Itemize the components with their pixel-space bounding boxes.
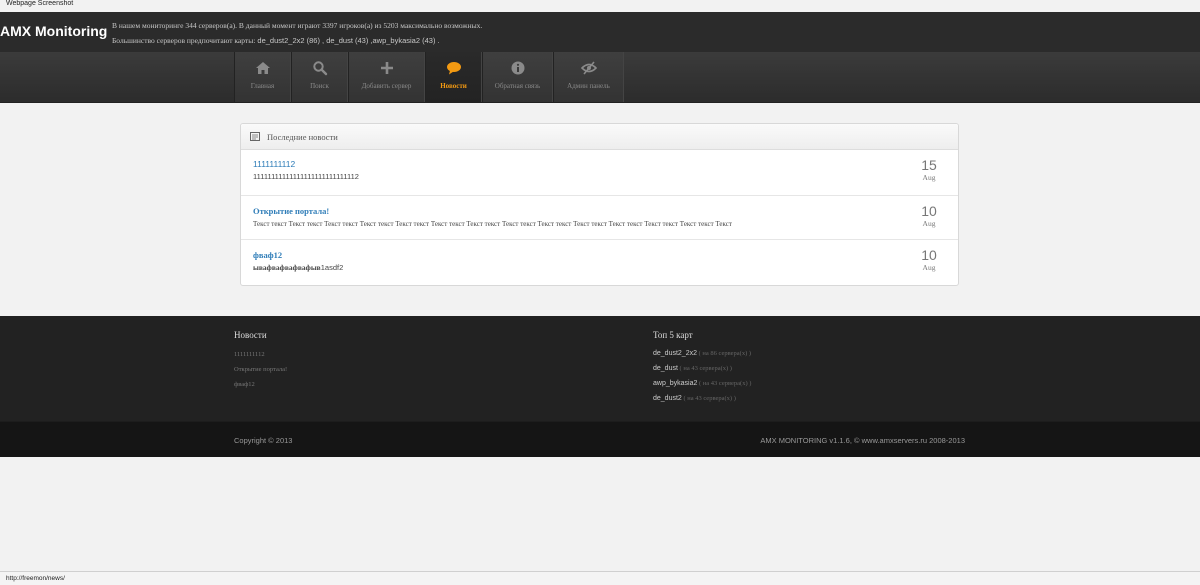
news-month: Aug (922, 263, 936, 272)
home-icon (255, 62, 270, 74)
nav-add-server[interactable]: Добавить сервер (348, 52, 425, 102)
eye-slash-icon (580, 61, 597, 75)
footer-news-link[interactable]: фваф12 (234, 381, 255, 388)
news-month: Aug (922, 219, 936, 228)
status-url: http://freemon/news/ (6, 575, 65, 582)
news-day: 10 (921, 247, 937, 263)
news-body: 11111111111111111111111111112 (253, 172, 359, 181)
top-map-item[interactable]: de_dust2_2x2 ( на 86 сервера(х) ) (653, 350, 751, 357)
speech-bubble-icon (446, 62, 461, 75)
top-map-item[interactable]: de_dust ( на 43 сервера(х) ) (653, 365, 732, 372)
footer-news-title: Новости (234, 330, 267, 340)
nav-admin-panel-label: Админ панель (567, 82, 610, 90)
news-item: фваф12 ывафвафвафвафыв1asdf2 10 Aug (241, 240, 958, 286)
footer-maps-title: Топ 5 карт (653, 330, 693, 340)
top-header: AMX Monitoring В нашем мониторинге 344 с… (0, 12, 1200, 53)
nav-add-server-label: Добавить сервер (361, 82, 412, 90)
panel-title: Последние новости (267, 131, 338, 142)
top-map-item[interactable]: awp_bykasia2 ( на 43 сервера(х) ) (653, 380, 751, 387)
server-stats: В нашем мониторинге 344 серверов(а). В д… (112, 18, 482, 48)
credits-link[interactable]: AMX MONITORING v1.1.6, © www.amxservers.… (760, 436, 965, 445)
news-item: 1111111112 11111111111111111111111111112… (241, 149, 958, 196)
search-icon (312, 61, 327, 76)
footer-news-link[interactable]: Открытие портала! (234, 366, 287, 373)
news-date: 10 Aug (917, 247, 941, 273)
news-body: ывафвафвафвафыв1asdf2 (253, 263, 344, 272)
news-date: 15 Aug (917, 157, 941, 183)
nav-feedback[interactable]: Обратная связь (482, 52, 553, 102)
latest-news-panel: Последние новости 1111111112 11111111111… (240, 123, 959, 286)
info-icon (511, 61, 524, 75)
nav-news[interactable]: Новости (425, 52, 482, 102)
footer-news-link[interactable]: 1111111112 (234, 351, 265, 358)
copyright-text: Copyright © 2013 (234, 436, 293, 445)
main-navigation: Главная Поиск Добавить сервер Новости Об… (0, 52, 1200, 103)
nav-search[interactable]: Поиск (291, 52, 348, 102)
site-footer: Новости 1111111112 Открытие портала! фва… (0, 316, 1200, 421)
footer-bottom-bar: Copyright © 2013 AMX MONITORING v1.1.6, … (0, 421, 1200, 457)
nav-home[interactable]: Главная (234, 52, 291, 102)
stats-line-1: В нашем мониторинге 344 серверов(а). В д… (112, 21, 483, 30)
nav-admin-panel[interactable]: Админ панель (553, 52, 624, 102)
stats-line-2: Большинство серверов предпочитают карты:… (112, 36, 440, 45)
site-logo[interactable]: AMX Monitoring (0, 23, 107, 39)
nav-news-label: Новости (440, 82, 467, 90)
news-date: 10 Aug (917, 203, 941, 229)
news-title-link[interactable]: фваф12 (253, 250, 282, 260)
news-item: Открытие портала! Текст текст Текст текс… (241, 196, 958, 240)
news-month: Aug (922, 173, 936, 182)
browser-status-bar: http://freemon/news/ (0, 571, 1200, 585)
plus-icon (380, 62, 393, 74)
panel-header: Последние новости (241, 124, 958, 150)
news-day: 15 (921, 157, 937, 173)
top-map-item[interactable]: de_dust2 ( на 43 сервера(х) ) (653, 395, 736, 402)
nav-search-label: Поиск (310, 82, 329, 90)
news-title-link[interactable]: 1111111112 (253, 159, 295, 169)
screenshot-label: Webpage Screenshot (6, 0, 74, 7)
nav-home-label: Главная (250, 82, 275, 90)
news-title-link[interactable]: Открытие портала! (253, 206, 329, 216)
nav-feedback-label: Обратная связь (494, 82, 541, 90)
newspaper-icon (250, 132, 260, 141)
news-day: 10 (921, 203, 937, 219)
news-body: Текст текст Текст текст Текст текст Текс… (253, 220, 732, 228)
